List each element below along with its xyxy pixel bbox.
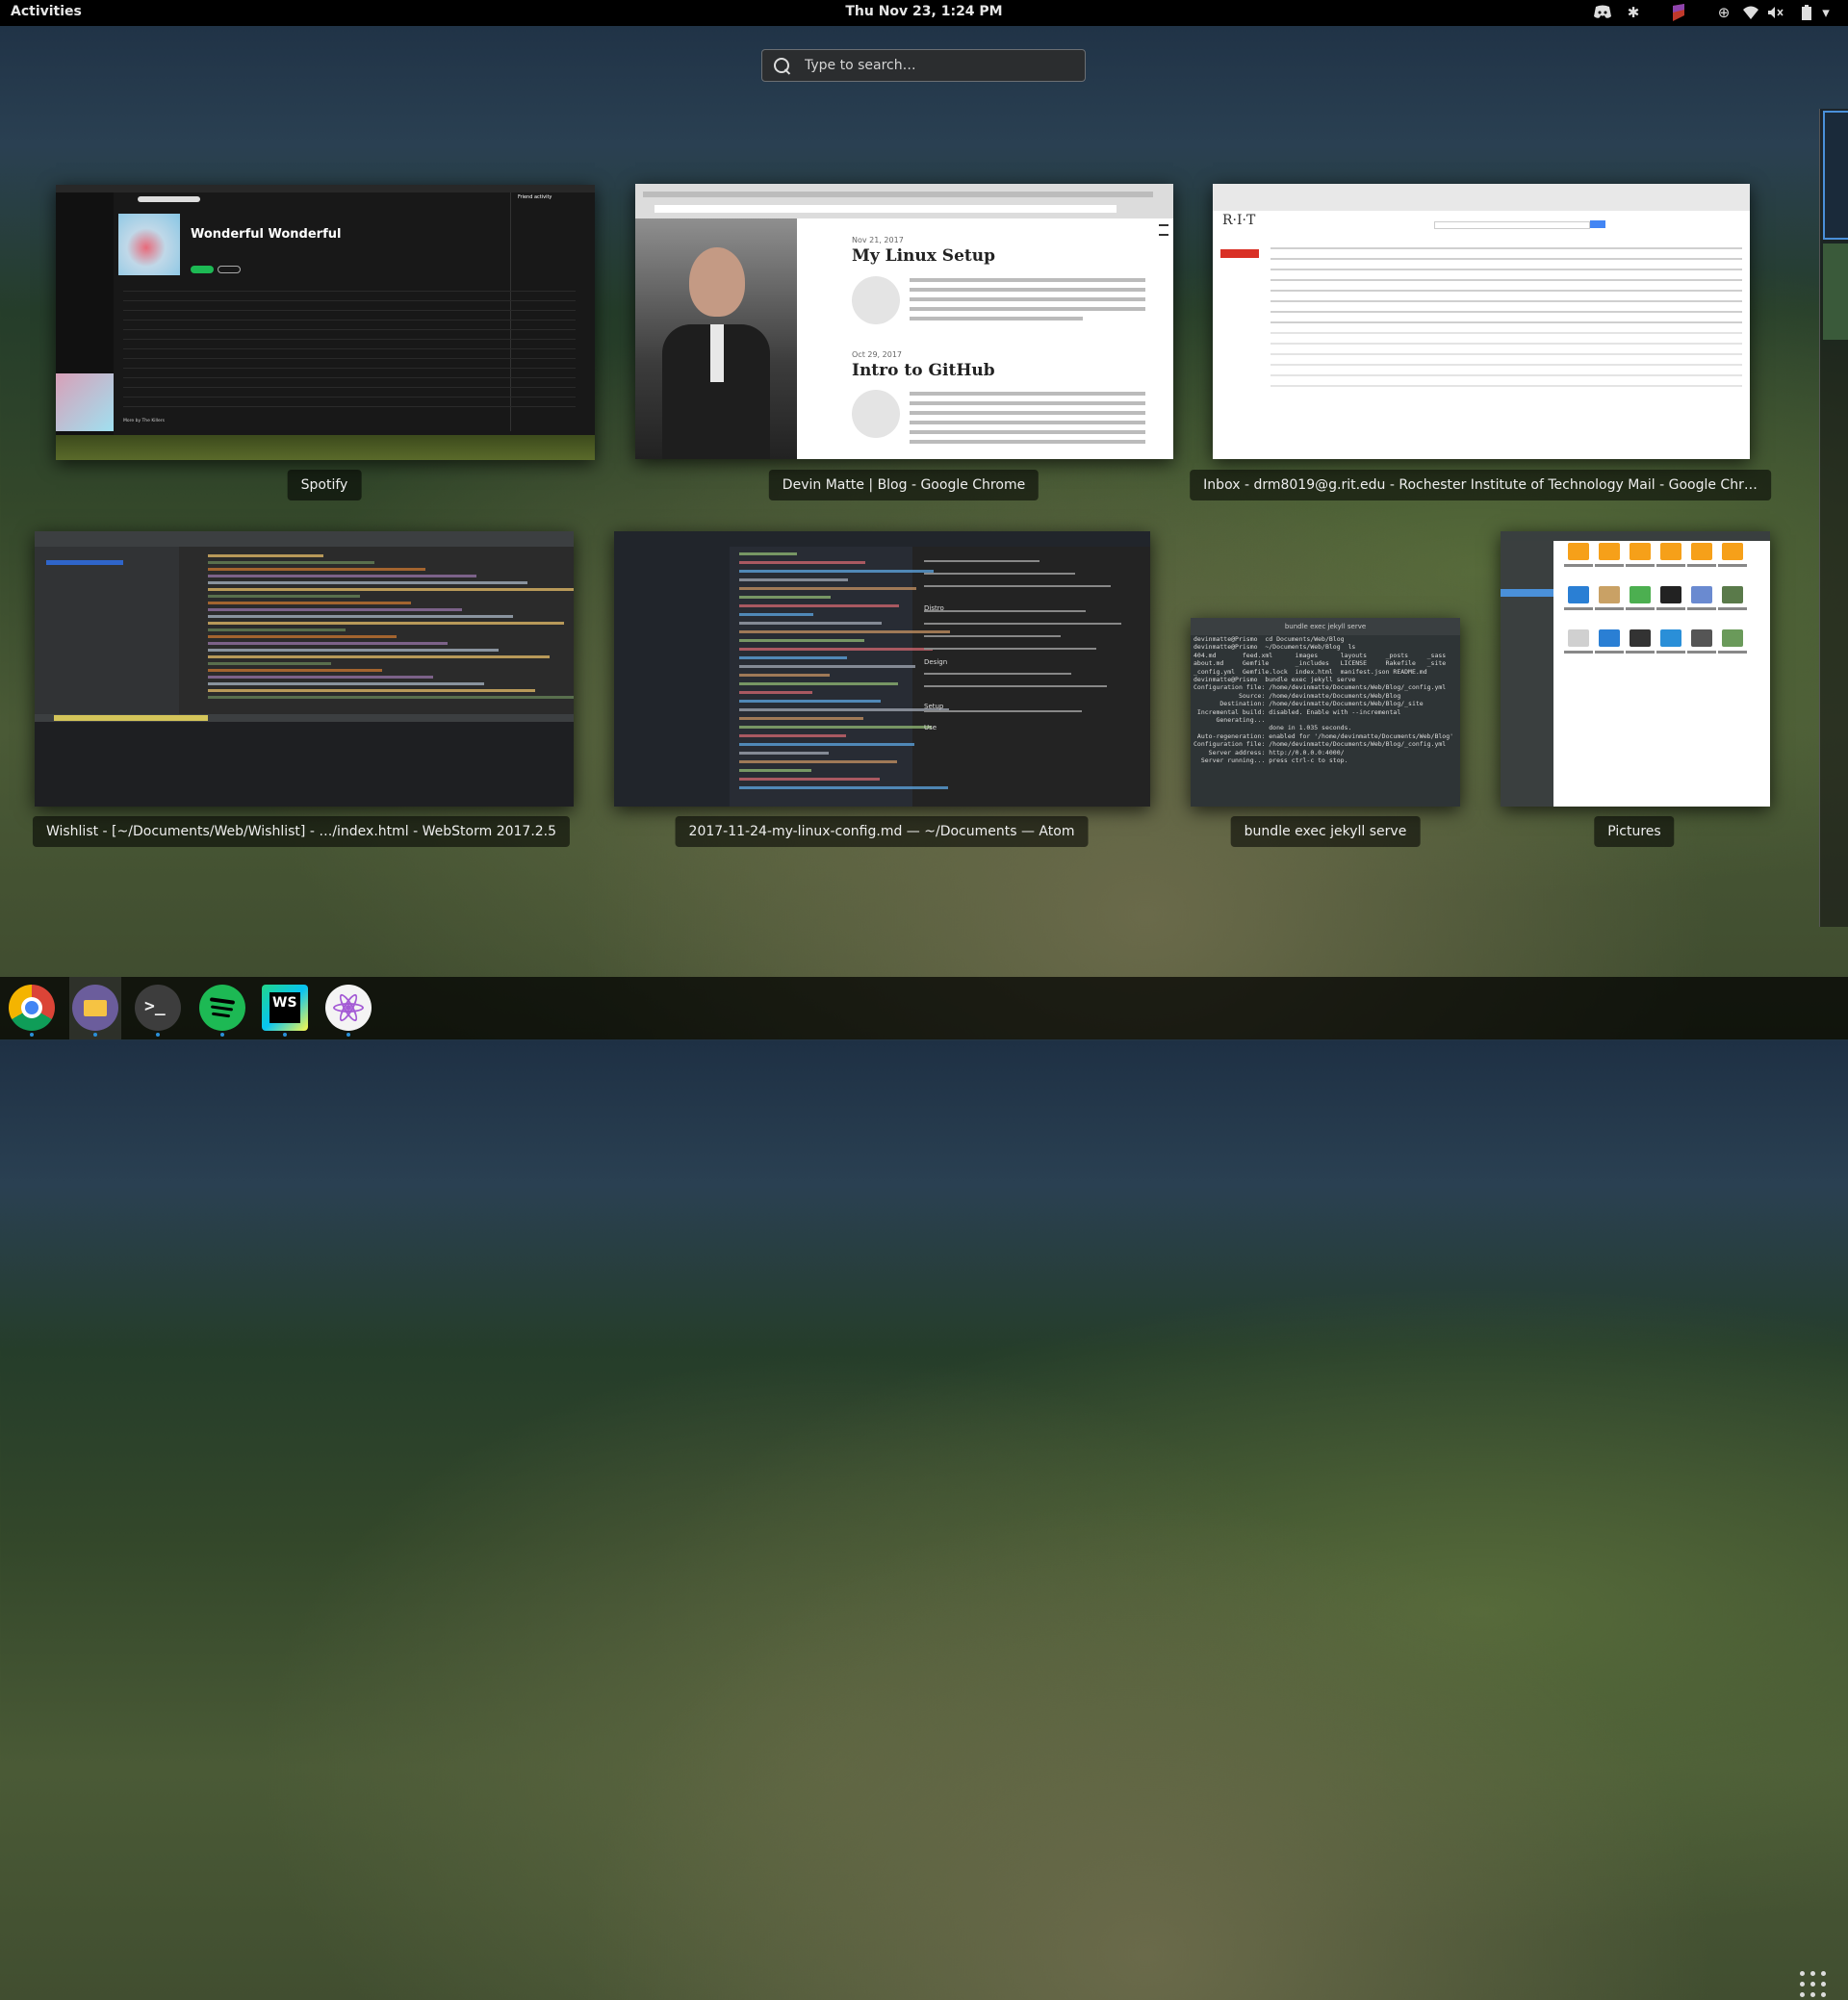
terminal-line: Destination: /home/devinmatte/Documents/… [1194,700,1424,708]
post2-date: Oct 29, 2017 [852,350,902,359]
caption-files[interactable]: Pictures [1594,816,1675,847]
window-files[interactable] [1501,531,1770,807]
terminal-line: Incremental build: disabled. Enable with… [1194,707,1401,716]
menu-icon[interactable] [1159,224,1168,236]
window-spotify[interactable]: Wonderful Wonderful Friend activity More… [56,185,595,460]
rit-logo: R·I·T [1222,213,1256,228]
terminal-line: Server running... press ctrl-c to stop. [1194,756,1348,765]
window-chrome-blog[interactable]: Nov 21, 2017 My Linux Setup Oct 29, 2017… [635,184,1173,459]
post1-date: Nov 21, 2017 [852,236,904,244]
caption-spotify[interactable]: Spotify [287,470,362,500]
window-terminal[interactable]: bundle exec jekyll serve devinmatte@Pris… [1191,618,1460,807]
atom-icon[interactable] [325,985,372,1031]
album-cover [118,214,180,275]
search-box[interactable] [761,49,1086,82]
spotify-icon[interactable] [199,985,245,1031]
compose-button[interactable] [1220,249,1259,258]
terminal-line: done in 1.035 seconds. [1194,724,1352,732]
slack-icon[interactable] [1668,3,1689,22]
chrome-icon[interactable] [9,985,55,1031]
search-icon [774,58,789,73]
browser-toolbar [635,184,1173,218]
webstorm-icon[interactable]: WS [262,985,308,1031]
preview-heading-use: Use [924,724,937,731]
caption-terminal[interactable]: bundle exec jekyll serve [1230,816,1421,847]
save-button[interactable] [218,266,241,273]
post1-title[interactable]: My Linux Setup [852,246,995,266]
terminal-line: Configuration file: /home/devinmatte/Doc… [1194,740,1447,749]
caption-webstorm[interactable]: Wishlist - [~/Documents/Web/Wishlist] - … [32,816,571,847]
caption-chrome-blog[interactable]: Devin Matte | Blog - Google Chrome [768,470,1040,500]
terminal-line: _config.yml Gemfile.lock index.html mani… [1194,667,1427,676]
terminal-line: about.md Gemfile _includes LICENSE Rakef… [1194,659,1447,668]
show-applications-icon[interactable] [1800,1971,1829,2000]
window-atom[interactable]: Distro Design Setup Use [614,531,1150,807]
friend-activity-heading: Friend activity [518,194,552,200]
terminal-line: Configuration file: /home/devinmatte/Doc… [1194,683,1447,692]
dock: >_ WS [0,977,1848,1997]
terminal-line: Generating... [1194,716,1266,725]
top-bar: Activities Thu Nov 23, 1:24 PM ✱ ⊕ ▾ [0,0,1848,26]
files-icon[interactable] [72,985,118,1031]
now-playing-cover [56,373,114,431]
terminal-title: bundle exec jekyll serve [1191,618,1460,635]
author-photo [635,218,797,459]
spotify-search-field[interactable] [138,196,200,202]
spotify-sidebar [56,192,114,460]
album-title: Wonderful Wonderful [191,227,342,242]
terminal-line: Auto-regeneration: enabled for '/home/de… [1194,731,1454,740]
more-by-heading: More by The Killers [123,419,166,423]
terminal-line: 404.md feed.xml images layouts _posts _s… [1194,651,1447,659]
preview-heading-setup: Setup [924,703,944,710]
discord-icon[interactable] [1592,3,1613,22]
search-input[interactable] [803,57,1066,74]
settings-sprocket-icon[interactable]: ✱ [1623,3,1644,22]
terminal-line: devinmatte@Prismo ~/Documents/Web/Blog l… [1194,643,1356,652]
terminal-line: devinmatte@Prismo bundle exec jekyll ser… [1194,676,1356,684]
battery-icon[interactable] [1796,3,1817,22]
mail-search-button[interactable] [1590,220,1605,228]
preview-heading-design: Design [924,658,948,666]
post2-thumbnail [852,390,900,438]
activities-button[interactable]: Activities [11,4,82,19]
window-chrome-mail[interactable]: R·I·T [1213,184,1750,459]
terminal-line: devinmatte@Prismo cd Documents/Web/Blog [1194,635,1345,643]
workspace-switcher[interactable] [1819,109,1848,927]
clock-button[interactable]: Thu Nov 23, 1:24 PM [845,4,1002,19]
preview-heading-distro: Distro [924,604,944,612]
mail-search-field[interactable] [1434,221,1590,229]
caption-atom[interactable]: 2017-11-24-my-linux-config.md — ~/Docume… [675,816,1089,847]
caption-chrome-mail[interactable]: Inbox - drm8019@g.rit.edu - Rochester In… [1190,470,1771,500]
terminal-line: Server address: http://0.0.0.0:4000/ [1194,748,1345,756]
accessibility-icon[interactable]: ⊕ [1713,3,1734,22]
power-menu-icon[interactable]: ▾ [1815,3,1836,22]
post1-thumbnail [852,276,900,324]
terminal-icon[interactable]: >_ [135,985,181,1031]
window-webstorm[interactable] [35,531,574,807]
volume-muted-icon[interactable] [1765,3,1786,22]
wifi-icon[interactable] [1740,3,1761,22]
post2-title[interactable]: Intro to GitHub [852,361,995,380]
play-button[interactable] [191,266,214,273]
terminal-line: Source: /home/devinmatte/Documents/Web/B… [1194,691,1401,700]
